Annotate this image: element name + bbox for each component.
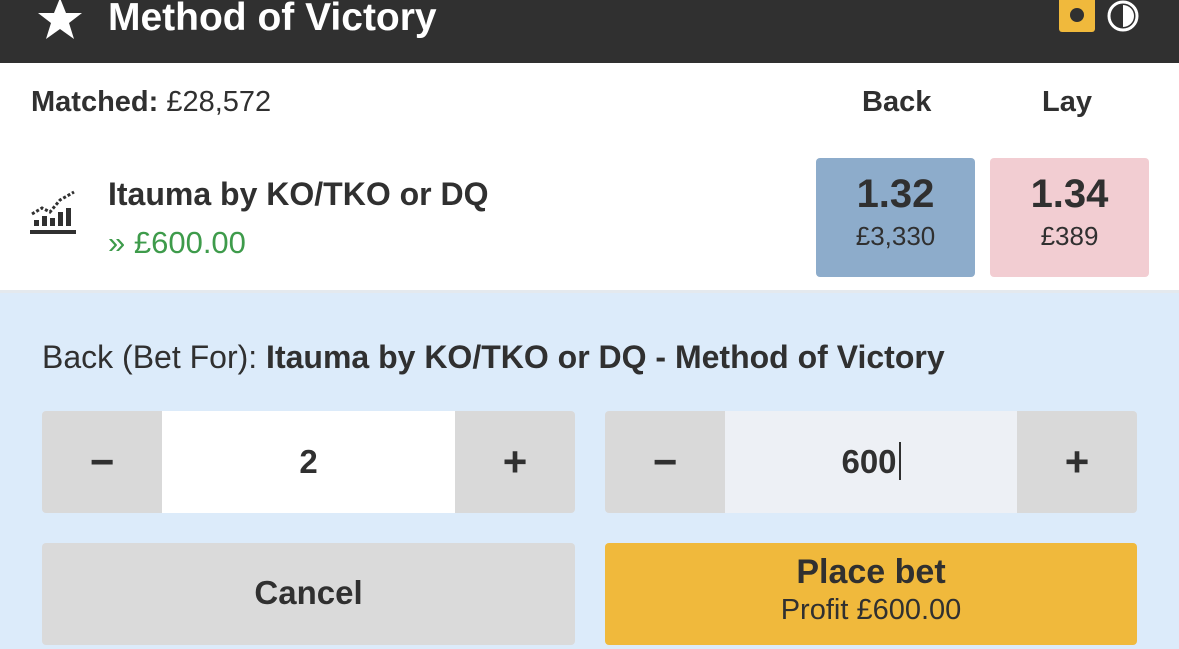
back-column-header: Back — [862, 86, 932, 118]
lay-odds: 1.34 — [1030, 172, 1109, 216]
bet-selection: Itauma by KO/TKO or DQ - Method of Victo… — [266, 339, 945, 375]
market-header: Method of Victory — [0, 0, 1179, 63]
lay-size: £389 — [1040, 221, 1099, 251]
lay-price-button[interactable]: 1.34 £389 — [990, 158, 1149, 277]
rules-icon[interactable] — [1059, 0, 1095, 32]
betslip-description: Back (Bet For): Itauma by KO/TKO or DQ -… — [42, 337, 945, 377]
odds-stepper: − 2 + — [42, 411, 575, 513]
place-bet-label: Place bet — [796, 553, 946, 591]
text-caret — [898, 442, 901, 481]
back-odds: 1.32 — [856, 172, 935, 216]
stake-decrease-button[interactable]: − — [605, 411, 725, 513]
bet-side-label: Back (Bet For): — [42, 339, 258, 375]
stake-input[interactable]: 600 — [725, 411, 1017, 513]
odds-increase-button[interactable]: + — [455, 411, 575, 513]
back-price-button[interactable]: 1.32 £3,330 — [816, 158, 975, 277]
matched-label: Matched: — [31, 86, 159, 118]
runner-name: Itauma by KO/TKO or DQ — [108, 176, 489, 212]
odds-input[interactable]: 2 — [162, 411, 455, 513]
place-bet-profit: Profit £600.00 — [780, 594, 962, 626]
bar-chart-icon[interactable] — [28, 188, 78, 236]
cancel-button[interactable]: Cancel — [42, 543, 575, 645]
stake-value: 600 — [841, 443, 897, 480]
market-title: Method of Victory — [108, 0, 437, 39]
lay-column-header: Lay — [1042, 86, 1092, 118]
place-bet-button[interactable]: Place bet Profit £600.00 — [605, 543, 1137, 645]
matched-amount: Matched: £28,572 — [31, 84, 271, 120]
star-icon[interactable] — [36, 0, 84, 42]
clock-icon[interactable] — [1106, 0, 1140, 33]
matched-value: £28,572 — [166, 86, 272, 118]
runner-profit-loss: » £600.00 — [108, 225, 246, 260]
stake-increase-button[interactable]: + — [1017, 411, 1137, 513]
stake-stepper: − 600 + — [605, 411, 1137, 513]
back-size: £3,330 — [855, 221, 936, 251]
odds-decrease-button[interactable]: − — [42, 411, 162, 513]
